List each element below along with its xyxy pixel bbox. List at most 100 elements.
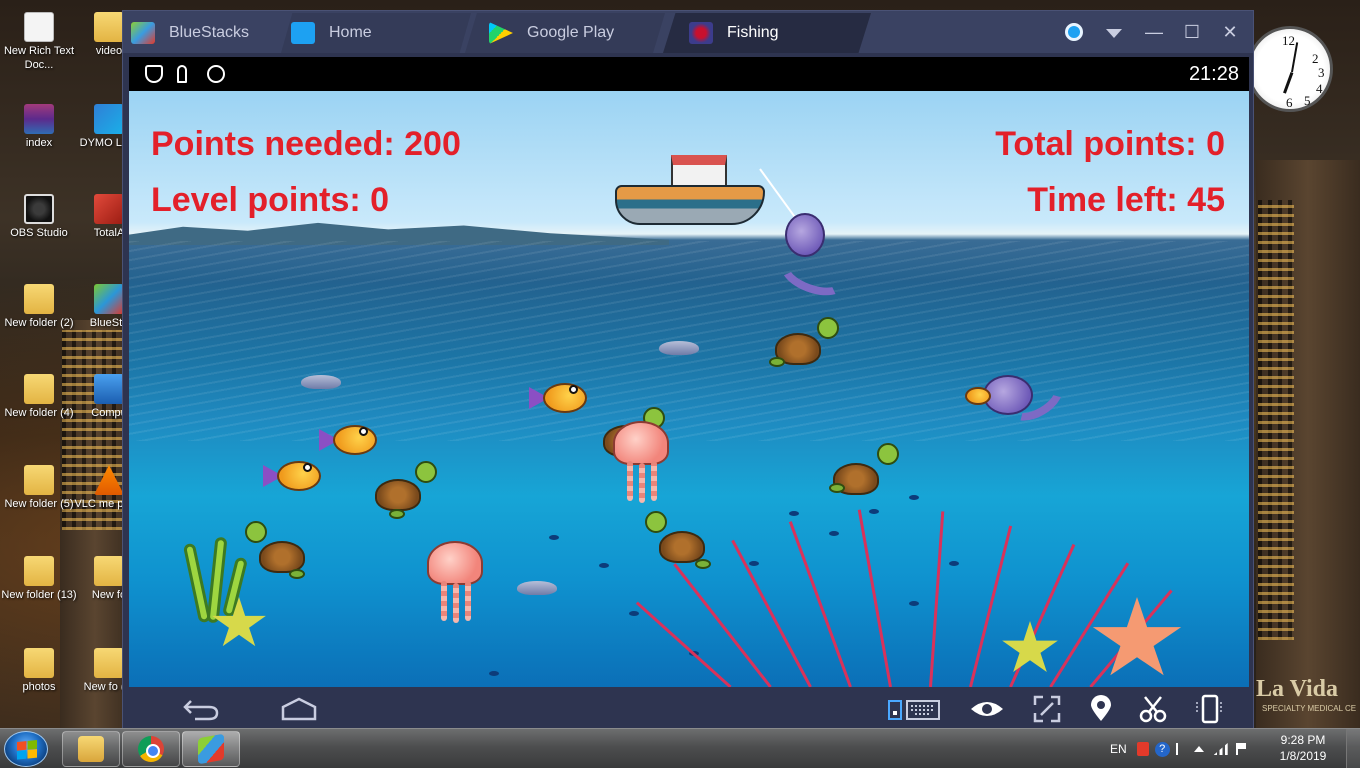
desktop-icon-label: New folder (13) <box>1 589 77 601</box>
turtle-head <box>817 317 839 339</box>
android-navigation-bar <box>123 689 1253 729</box>
dymo-label-icon <box>94 104 124 134</box>
tray-clock[interactable]: 9:28 PM 1/8/2019 <box>1268 732 1338 764</box>
desktop-icon-label: video <box>95 45 123 57</box>
small-fish <box>949 561 959 566</box>
windows-taskbar: EN ? 9:28 PM 1/8/2019 <box>0 728 1360 768</box>
jellyfish-tentacle <box>441 581 447 621</box>
jellyfish-head <box>613 421 669 465</box>
desktop-icon-new-folder-4[interactable]: New folder (4) <box>0 374 78 420</box>
language-indicator[interactable]: EN <box>1110 742 1127 756</box>
folder-icon <box>24 648 54 678</box>
fishing-boat[interactable] <box>615 155 765 235</box>
desktop-icon-rich-text[interactable]: New Rich Text Doc... <box>0 12 78 72</box>
location-icon <box>1091 695 1111 721</box>
taskbar-explorer[interactable] <box>62 731 120 767</box>
keyboard-button[interactable] <box>885 695 945 723</box>
taskbar-chrome[interactable] <box>122 731 180 767</box>
desktop-icon-new-folder-13[interactable]: New folder (13) <box>0 556 78 602</box>
jellyfish-tentacle <box>639 463 645 503</box>
view-button[interactable] <box>967 695 1007 723</box>
jellyfish[interactable] <box>613 421 673 517</box>
fish-eye <box>303 463 312 472</box>
fish-body <box>333 425 377 455</box>
jellyfish-tentacle <box>465 581 471 621</box>
bluestacks-app-title[interactable]: BlueStacks <box>131 13 281 53</box>
small-fish <box>549 535 559 540</box>
turtle[interactable] <box>239 517 319 587</box>
keyhole-icon <box>177 65 187 83</box>
turtle-head <box>415 461 437 483</box>
tray-app-icon[interactable] <box>1136 742 1149 756</box>
minimize-button[interactable]: — <box>1139 19 1169 45</box>
small-fish <box>629 611 639 616</box>
small-fish <box>489 671 499 676</box>
octopus[interactable] <box>774 209 859 304</box>
tab-google-play[interactable]: Google Play <box>465 13 665 53</box>
tab-fishing[interactable]: Fishing <box>663 13 871 53</box>
folder-icon <box>24 556 54 586</box>
dolphin[interactable] <box>301 375 341 389</box>
desktop-icon-label: TotalA <box>93 227 125 239</box>
tab-home[interactable]: Home <box>281 13 471 53</box>
menu-button[interactable] <box>1099 19 1129 45</box>
desktop-icon-label: New folder (5) <box>4 498 74 510</box>
start-button[interactable] <box>4 731 48 767</box>
clock-number: 4 <box>1316 81 1323 96</box>
desktop-icon-label: New folder (2) <box>4 317 74 329</box>
back-button[interactable] <box>179 695 223 723</box>
folder-icon <box>94 556 124 586</box>
rich-text-document-icon <box>24 12 54 42</box>
jellyfish-tentacle <box>627 461 633 501</box>
fish-body <box>965 387 991 405</box>
fish[interactable] <box>319 421 379 461</box>
fishing-game-canvas[interactable]: Points needed: 200 Level points: 0 Total… <box>129 91 1249 687</box>
clock-number: 5 <box>1304 93 1311 108</box>
desktop-icon-label: New Rich Text Doc... <box>3 45 75 71</box>
close-button[interactable]: ✕ <box>1215 19 1245 45</box>
fish[interactable] <box>529 379 589 419</box>
flag-icon[interactable] <box>1175 743 1186 755</box>
small-fish <box>789 511 799 516</box>
taskbar-bluestacks[interactable] <box>182 731 240 767</box>
show-desktop-button[interactable] <box>1346 729 1360 768</box>
dolphin[interactable] <box>517 581 557 595</box>
desktop-icon-new-folder-2[interactable]: New folder (2) <box>0 284 78 330</box>
desktop-icon-label: photos <box>22 681 56 693</box>
fullscreen-button[interactable] <box>1027 695 1067 723</box>
clock-gadget[interactable]: 12 2 3 4 5 6 <box>1246 8 1334 130</box>
octopus[interactable] <box>965 367 1075 437</box>
desktop-icon-obs[interactable]: OBS Studio <box>0 194 78 240</box>
signal-icon[interactable] <box>1213 743 1228 755</box>
keyboard-icon <box>888 700 940 720</box>
fish[interactable] <box>263 457 323 497</box>
bluestacks-window: BlueStacks Home Google Play Fishing — ☐ … <box>122 10 1254 729</box>
desktop-icon-new-folder-5[interactable]: New folder (5) <box>0 465 78 511</box>
folder-icon <box>24 465 54 495</box>
dropdown-menu-icon <box>1106 29 1122 38</box>
turtle[interactable] <box>829 441 909 501</box>
desktop-icon-index[interactable]: index <box>0 104 78 150</box>
location-button[interactable] <box>1081 695 1121 723</box>
turtle[interactable] <box>369 455 449 525</box>
help-icon[interactable]: ? <box>1154 741 1170 757</box>
account-button[interactable] <box>1059 19 1089 45</box>
clock-number: 6 <box>1286 95 1293 110</box>
clock-number: 3 <box>1318 65 1325 80</box>
action-center-icon[interactable] <box>1235 743 1246 755</box>
turtle[interactable] <box>769 313 849 373</box>
show-hidden-icons[interactable] <box>1193 746 1204 752</box>
rotate-button[interactable] <box>1189 694 1229 724</box>
jellyfish[interactable] <box>427 541 487 637</box>
turtle-fin <box>829 483 845 493</box>
rotate-phone-icon <box>1196 694 1222 724</box>
home-button[interactable] <box>277 695 321 723</box>
shield-icon <box>145 65 163 83</box>
wallpaper-windows <box>1258 200 1294 640</box>
tab-home-label: Home <box>329 24 372 41</box>
dolphin[interactable] <box>659 341 699 355</box>
screenshot-button[interactable] <box>1133 695 1173 723</box>
maximize-button[interactable]: ☐ <box>1177 19 1207 45</box>
desktop-icon-photos[interactable]: photos <box>0 648 78 694</box>
starfish[interactable] <box>1002 621 1058 672</box>
